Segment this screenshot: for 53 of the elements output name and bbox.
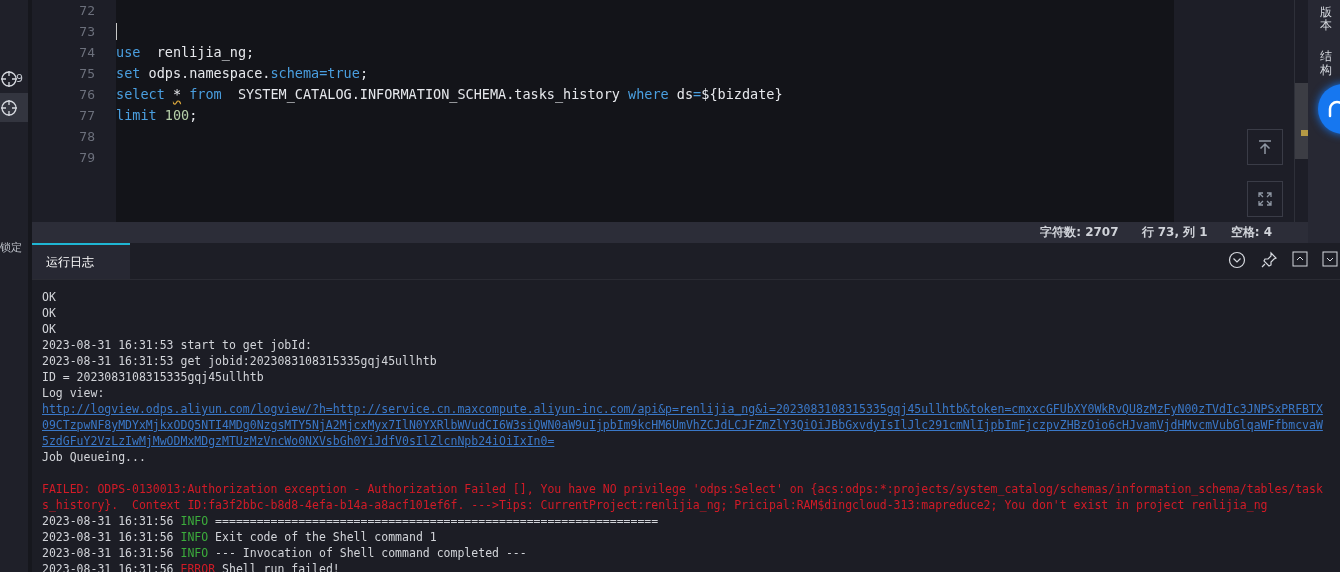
lock-label[interactable]: 锁定 [0,240,28,255]
line-number: 72 [78,2,96,20]
log-line: 2023-08-31 16:31:53 start to get jobId: [42,337,314,353]
log-time: 2023-08-31 16:31:56 [42,530,175,544]
line-number: 73 [78,23,96,41]
log-message: ================================================================ [214,514,659,528]
log-level: INFO [180,530,209,544]
line-number: 77 [78,107,96,125]
fullscreen-button[interactable] [1247,181,1283,217]
scrollbar-thumb[interactable] [1295,83,1308,159]
side-tab[interactable]: 结构 [1320,50,1332,77]
code-line: set odps.namespace.schema=true; [116,64,368,83]
line-number: 79 [78,149,96,167]
scroll-top-button[interactable] [1247,129,1283,165]
panel-tab[interactable]: 运行日志 [32,243,130,279]
log-line: OK [42,289,57,305]
chevron-circle-icon[interactable] [1228,251,1246,269]
cursor-marker [1301,130,1308,136]
expand-icon [1257,191,1273,207]
rail-item[interactable] [0,93,28,122]
log-message: Exit code of the Shell command 1 [214,530,437,544]
log-line: 2023-08-31 16:31:53 get jobid:2023083108315335gqj45ullhtb [42,353,438,369]
item-count: 9 [16,72,23,85]
pin-icon[interactable] [1260,251,1278,269]
line-number: 76 [78,86,96,104]
log-line: Job Queueing... [42,449,147,465]
line-number: 75 [78,65,96,83]
log-line: ID = 2023083108315335gqj45ullhtb [42,369,265,385]
log-link[interactable]: http://logview.odps.aliyun.com/logview/?h=http://service.cn.maxcompute.aliyun-inc.com/api&p=renlijia_ng&i=2023083108315335gqj45ullhtb&token=cmxxcGFUbXY0WkRvQU8zMzFyN00zTVdIc3JNPSxPRFBTX09CTzpwNF8yMDYxMjkxODQ5NTI4MDg0NzgsMTY5NjA2MjcxMyx7IlN0YXRlbWVudCI6W3siQWN0aW9uIjpbIm9kcHM6UmVhZCJdLCJFZmZlY3QiOiJBbGxvdyIsIlJlc291cmNlIjpbImFjczpvZHBzOio6cHJvamVjdHMvcmVubGlqaWFfbmcvaW5zdGFuY2VzLzIwMjMwODMxMDgzMTUzMzVncWo0NXVsbGh0YiJdfV0sIlZlcnNpb24iOiIxIn0= [42,401,1326,449]
error-message: FAILED: ODPS-0130013:Authorization exception - Authorization Failed [], You have NO privilege 'odps:Select' on {acs:odps:*:projects/system_catalog/schemas/information_schema/tables/tasks_history}. Context ID:fa3f2bbc-b8d8-4efa-b14a-a8acf101ef6f. --->Tips: CurrentProject:renlijia_ng; Pricipal:RAM$dingcloud-313:mapreduce2; You don't exist in project renlijia_ng [42,481,1324,513]
log-time: 2023-08-31 16:31:56 [42,514,175,528]
code-line: select * from SYSTEM_CATALOG.INFORMATION_SCHEMA.tasks_history where ds=${bizdate} [116,85,783,105]
status-text: 空格: 4 [1230,224,1272,241]
code-line: use renlijia_ng; [116,43,255,63]
line-number: 74 [78,44,96,62]
arrow-to-top-icon [1257,139,1273,155]
side-tab[interactable]: 版本 [1320,6,1332,33]
log-level: INFO [180,546,209,560]
crosshair-icon [0,69,18,88]
log-message: --- Invocation of Shell command completed --- [214,546,527,560]
log-line: OK [42,305,57,321]
code-line: limit 100; [116,106,198,125]
status-text: 行 73, 列 1 [1141,224,1208,241]
log-line: OK [42,321,57,337]
line-number: 78 [78,128,96,146]
log-level: INFO [180,514,209,528]
log-line: Log view: [42,385,106,401]
maximize-icon[interactable] [1292,251,1308,267]
minimize-icon[interactable] [1322,251,1338,267]
crosshair-icon [0,98,18,117]
status-text: 字符数: 2707 [1040,224,1119,241]
log-time: 2023-08-31 16:31:56 [42,546,175,560]
rail-item[interactable]: 9 [0,64,28,93]
